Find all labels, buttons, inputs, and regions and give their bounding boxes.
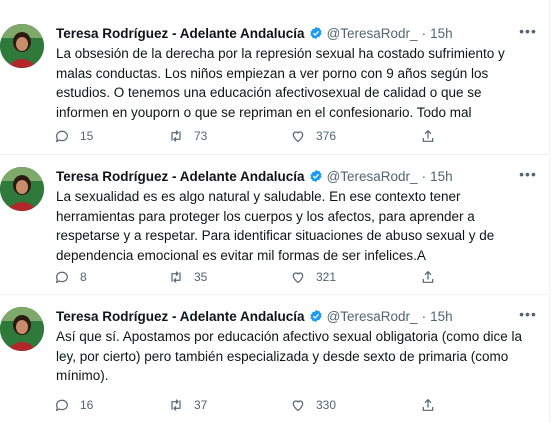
tweet-actions: 8 35 321	[50, 267, 450, 287]
author-name[interactable]: Teresa Rodríguez - Adelante Andalucía	[56, 309, 305, 324]
retweet-icon	[171, 130, 181, 142]
retweet-icon	[171, 399, 181, 411]
more-icon[interactable]: •••	[517, 165, 539, 183]
share-button[interactable]	[420, 395, 436, 415]
reply-icon	[55, 130, 68, 143]
like-icon	[292, 272, 304, 284]
share-button[interactable]	[420, 126, 436, 146]
retweet-count: 35	[194, 270, 208, 284]
reply-button[interactable]: 15	[54, 126, 93, 146]
retweet-count: 37	[194, 398, 208, 412]
like-icon	[292, 400, 304, 412]
timestamp[interactable]: 15h	[430, 309, 453, 324]
tweet-header: Teresa Rodríguez - Adelante Andalucía @T…	[56, 167, 453, 185]
timeline-border	[549, 0, 550, 423]
share-icon	[422, 398, 434, 411]
avatar[interactable]	[0, 24, 44, 68]
more-icon[interactable]: •••	[517, 22, 539, 40]
reply-count: 16	[80, 398, 94, 412]
tweet-text: La sexualidad es es algo natural y salud…	[56, 189, 495, 263]
like-count: 321	[316, 270, 337, 284]
verified-badge-icon	[309, 26, 323, 40]
author-handle[interactable]: @TeresaRodr_	[327, 309, 418, 324]
like-count: 376	[316, 129, 337, 143]
reply-count: 15	[80, 129, 94, 143]
retweet-count: 73	[194, 129, 208, 143]
avatar-image	[0, 307, 44, 351]
author-handle[interactable]: @TeresaRodr_	[327, 169, 418, 184]
reply-button[interactable]: 16	[54, 395, 93, 415]
separator: ·	[421, 168, 427, 184]
timestamp[interactable]: 15h	[430, 26, 453, 41]
like-count: 330	[316, 398, 337, 412]
tweet-actions: 16 37 330	[50, 395, 450, 415]
separator: ·	[421, 25, 427, 41]
tweet[interactable]: Teresa Rodríguez - Adelante Andalucía @T…	[0, 0, 549, 155]
tweet-header: Teresa Rodríguez - Adelante Andalucía @T…	[56, 307, 453, 325]
tweet[interactable]: Teresa Rodríguez - Adelante Andalucía @T…	[0, 155, 549, 295]
share-button[interactable]	[420, 267, 436, 287]
share-icon	[422, 129, 434, 142]
tweet-header: Teresa Rodríguez - Adelante Andalucía @T…	[56, 24, 453, 42]
reply-count: 8	[80, 270, 87, 284]
separator: ·	[421, 308, 427, 324]
author-handle[interactable]: @TeresaRodr_	[327, 26, 418, 41]
reply-icon	[55, 399, 68, 412]
timestamp[interactable]: 15h	[430, 169, 453, 184]
verified-badge-icon	[309, 309, 323, 323]
tweet[interactable]: Teresa Rodríguez - Adelante Andalucía @T…	[0, 295, 549, 423]
more-icon[interactable]: •••	[517, 305, 539, 323]
retweet-button[interactable]: 73	[168, 126, 207, 146]
verified-badge-icon	[309, 169, 323, 183]
avatar[interactable]	[0, 307, 44, 351]
tweet-actions: 15 73 376	[50, 126, 450, 146]
like-button[interactable]: 376	[290, 126, 336, 146]
avatar-image	[0, 167, 44, 211]
author-name[interactable]: Teresa Rodríguez - Adelante Andalucía	[56, 26, 305, 41]
tweet-text: La obsesión de la derecha por la represi…	[56, 46, 505, 120]
reply-button[interactable]: 8	[54, 267, 87, 287]
like-icon	[292, 131, 304, 143]
share-icon	[422, 270, 434, 283]
retweet-button[interactable]: 37	[168, 395, 207, 415]
like-button[interactable]: 321	[290, 267, 336, 287]
retweet-button[interactable]: 35	[168, 267, 207, 287]
like-button[interactable]: 330	[290, 395, 336, 415]
avatar-image	[0, 24, 44, 68]
author-name[interactable]: Teresa Rodríguez - Adelante Andalucía	[56, 169, 305, 184]
avatar[interactable]	[0, 167, 44, 211]
retweet-icon	[171, 271, 181, 283]
tweet-text: Así que sí. Apostamos por educación afec…	[56, 329, 523, 383]
reply-icon	[55, 271, 68, 284]
